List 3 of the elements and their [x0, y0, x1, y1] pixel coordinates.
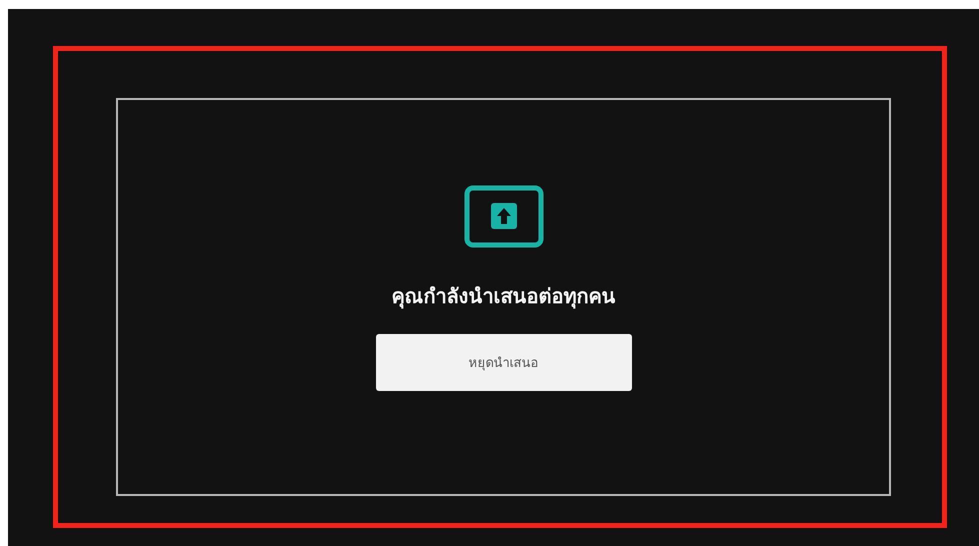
stop-presenting-button[interactable]: หยุดนำเสนอ [376, 334, 632, 391]
presenting-message: คุณกำลังนำเสนอต่อทุกคน [392, 283, 616, 310]
present-screen-icon [464, 185, 544, 248]
